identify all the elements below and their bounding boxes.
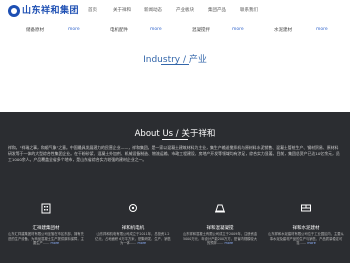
nav-item-home[interactable]: 首页 bbox=[88, 7, 97, 15]
industry-title-underline bbox=[161, 64, 189, 65]
company-card[interactable]: 祥和混凝凝搅 山东祥和混凝土有限公司成立于2009年，注册资金5000万元，年设… bbox=[180, 202, 260, 263]
card-name: 祥和机电机 bbox=[121, 226, 145, 231]
category-label[interactable]: 电机配件 bbox=[110, 27, 128, 33]
card-more-link[interactable]: more bbox=[51, 241, 60, 245]
category-more-link[interactable]: more bbox=[316, 27, 328, 32]
category-label[interactable]: 水泥建材 bbox=[274, 27, 292, 33]
brick-icon bbox=[301, 204, 311, 212]
nav-item-contact[interactable]: 联系我们 bbox=[240, 7, 258, 15]
category-label[interactable]: 混凝搅拌 bbox=[192, 27, 210, 33]
logo-icon bbox=[8, 5, 20, 17]
category-bar: 储备原材 more 电机配件 more 混凝搅拌 more 水泥建材 more bbox=[0, 24, 350, 38]
card-more-link[interactable]: more bbox=[138, 241, 147, 245]
company-card[interactable]: 祥和水泥建材 山东祥和水泥建材有限公司位于工业园区内，主要从事水泥及建材产品的生… bbox=[266, 202, 346, 263]
nav-item-products[interactable]: 集团产品 bbox=[208, 7, 226, 15]
card-name: 祥和混凝凝搅 bbox=[206, 226, 234, 231]
company-card[interactable]: 汇祥建集团材 山东汇祥建集团材有限公司坐落在市区东部，拥有先进的生产设备，为商品… bbox=[6, 202, 86, 263]
mixer-icon bbox=[215, 204, 225, 213]
card-description: 山东祥和水泥建材有限公司位于工业园区内，主要从事水泥及建材产品的生产与销售，产品… bbox=[268, 232, 344, 246]
building-icon bbox=[41, 203, 51, 214]
nav-item-about[interactable]: 关于祥和 bbox=[113, 7, 131, 15]
category-more-link[interactable]: more bbox=[68, 27, 80, 32]
site-header: 山东祥和集团 首页 关于祥和 新闻动态 产业板块 集团产品 联系我们 bbox=[0, 0, 350, 22]
site-logo[interactable]: 山东祥和集团 bbox=[8, 5, 79, 17]
card-name: 汇祥建集团材 bbox=[32, 226, 60, 231]
company-card[interactable]: 祥和机电机 山东祥和机电有限公司成立于2011年，总投资1.2亿元，占地面积 6… bbox=[93, 202, 173, 263]
card-more-link[interactable]: more bbox=[225, 241, 234, 245]
card-description: 山东汇祥建集团材有限公司坐落在市区东部，拥有先进的生产设备，为商品混凝土生产提供… bbox=[8, 232, 84, 246]
card-description: 山东祥和机电有限公司成立于2011年，总投资1.2亿元，占地面积 6万平方米，是… bbox=[95, 232, 171, 246]
category-more-link[interactable]: more bbox=[232, 27, 244, 32]
about-title-underline bbox=[162, 139, 188, 140]
logo-text: 山东祥和集团 bbox=[22, 6, 80, 16]
category-more-link[interactable]: more bbox=[150, 27, 162, 32]
gear-icon bbox=[129, 204, 137, 212]
card-more-link[interactable]: more bbox=[307, 241, 316, 245]
nav-item-industry[interactable]: 产业板块 bbox=[176, 7, 194, 15]
card-name: 祥和水泥建材 bbox=[292, 226, 320, 231]
about-title: About Us / 关于祥和 bbox=[134, 129, 216, 139]
card-description: 山东祥和混凝土有限公司成立于2009年，注册资金5000万元，年设计产能200万… bbox=[182, 232, 258, 246]
nav-item-news[interactable]: 新闻动态 bbox=[144, 7, 162, 15]
category-label[interactable]: 储备原材 bbox=[26, 27, 44, 33]
about-cards: 汇祥建集团材 山东汇祥建集团材有限公司坐落在市区东部，拥有先进的生产设备，为商品… bbox=[0, 198, 350, 263]
about-description: 祥和，"祥瑞之事，和顺气象"之意。中国最具发展潜力的民营企业——，祥和集团，是一… bbox=[8, 145, 340, 162]
